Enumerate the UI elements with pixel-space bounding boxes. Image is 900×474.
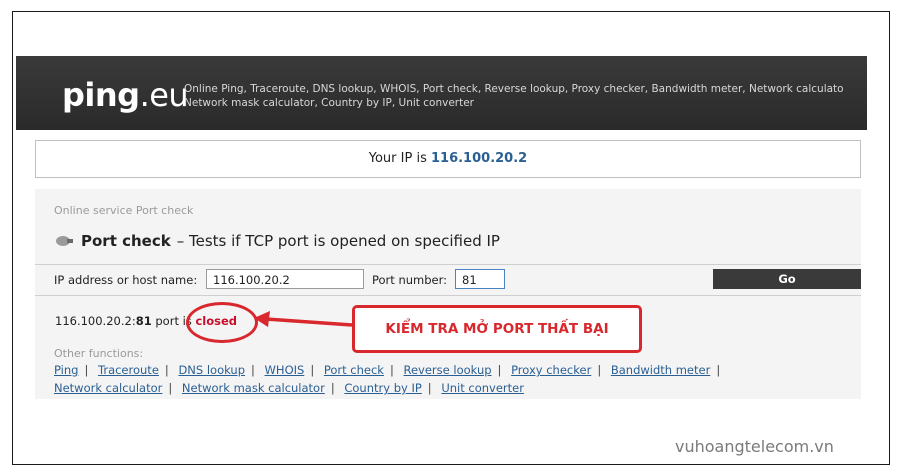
watermark: vuhoangtelecom.vn <box>675 437 834 456</box>
link-reverse-lookup[interactable]: Reverse lookup <box>404 363 492 377</box>
breadcrumb: Online service Port check <box>54 204 194 217</box>
closed-highlight-circle <box>186 302 258 343</box>
your-ip-value: 116.100.20.2 <box>430 151 528 166</box>
port-field-label: Port number: <box>372 273 448 287</box>
go-button[interactable]: Go <box>713 269 861 289</box>
link-network-mask-calculator[interactable]: Network mask calculator <box>182 381 325 395</box>
ip-address-input[interactable]: 116.100.20.2 <box>206 269 364 289</box>
link-ping[interactable]: Ping <box>54 363 78 377</box>
site-tagline: Online Ping, Traceroute, DNS lookup, WHO… <box>184 83 844 109</box>
callout-arrow-icon <box>254 311 353 327</box>
port-number-input[interactable]: 81 <box>455 269 505 289</box>
link-port-check[interactable]: Port check <box>324 363 384 377</box>
link-proxy-checker[interactable]: Proxy checker <box>511 363 591 377</box>
page-title: Port check – Tests if TCP port is opened… <box>55 232 500 250</box>
page-title-desc: – Tests if TCP port is opened on specifi… <box>176 232 500 250</box>
other-functions-label: Other functions: <box>54 347 144 360</box>
your-ip-banner: Your IP is 116.100.20.2 <box>35 140 861 178</box>
site-logo[interactable]: ping.eu <box>62 76 189 114</box>
port-check-form: IP address or host name: 116.100.20.2 Po… <box>35 264 861 296</box>
link-network-calculator[interactable]: Network calculator <box>54 381 162 395</box>
other-functions-links: Ping | Traceroute | DNS lookup | WHOIS | Por… <box>54 363 721 395</box>
annotation-callout: KIỂM TRA MỞ PORT THẤT BẠI <box>352 305 642 353</box>
link-country-by-ip[interactable]: Country by IP <box>344 381 421 395</box>
port-check-panel: Online service Port check Port check – T… <box>35 189 861 399</box>
your-ip-label: Your IP is <box>368 151 431 166</box>
link-whois[interactable]: WHOIS <box>265 363 305 377</box>
link-dns-lookup[interactable]: DNS lookup <box>178 363 245 377</box>
ip-field-label: IP address or host name: <box>54 273 198 287</box>
page-title-text: Port check <box>81 232 171 250</box>
link-traceroute[interactable]: Traceroute <box>98 363 159 377</box>
site-header: ping.eu Online Ping, Traceroute, DNS loo… <box>16 56 867 130</box>
plug-icon <box>56 236 73 246</box>
link-unit-converter[interactable]: Unit converter <box>441 381 524 395</box>
link-bandwidth-meter[interactable]: Bandwidth meter <box>611 363 710 377</box>
